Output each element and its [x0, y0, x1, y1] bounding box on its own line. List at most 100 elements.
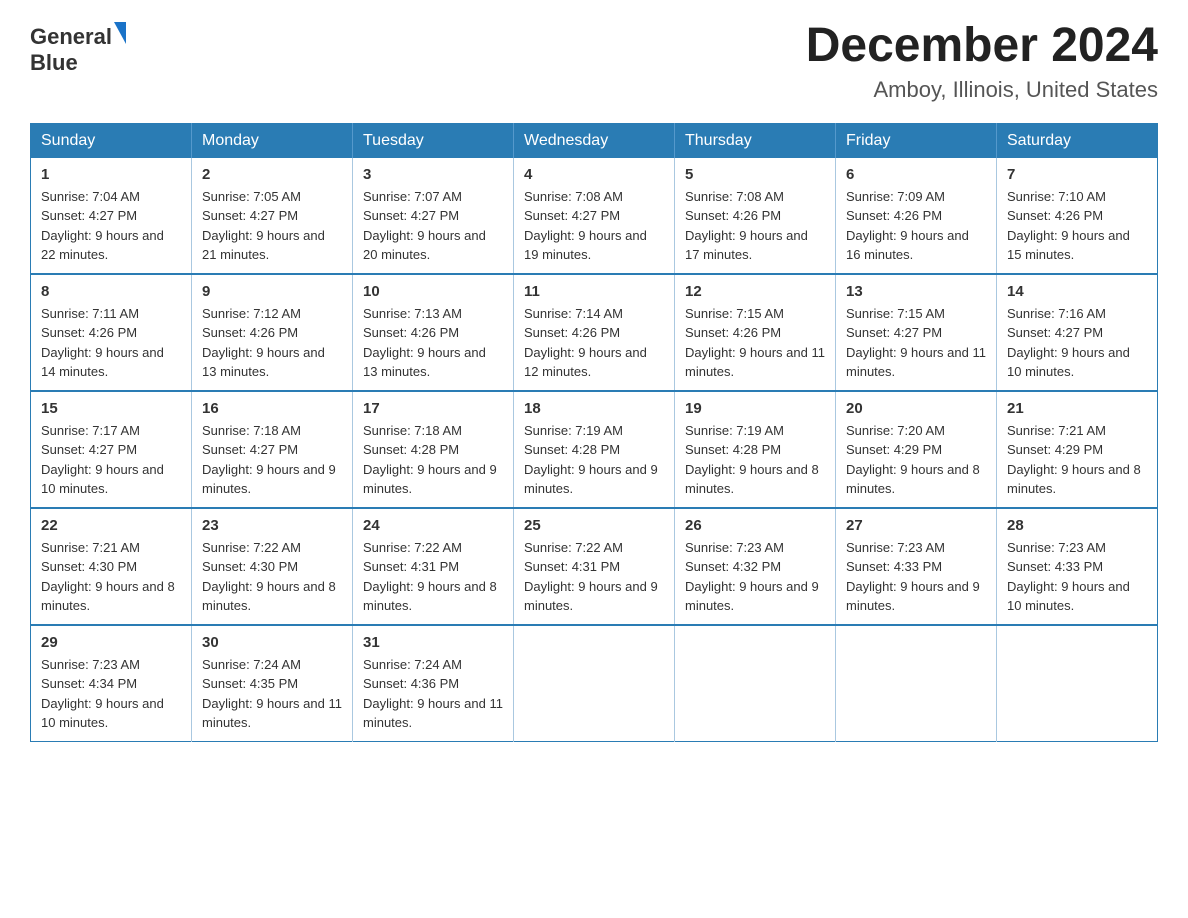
- day-info: Sunrise: 7:16 AMSunset: 4:27 PMDaylight:…: [1007, 304, 1147, 382]
- weekday-header-sunday: Sunday: [31, 123, 192, 158]
- calendar-cell: 28 Sunrise: 7:23 AMSunset: 4:33 PMDaylig…: [997, 508, 1158, 625]
- day-info: Sunrise: 7:07 AMSunset: 4:27 PMDaylight:…: [363, 187, 503, 265]
- day-info: Sunrise: 7:22 AMSunset: 4:31 PMDaylight:…: [363, 538, 503, 616]
- day-number: 26: [685, 517, 825, 534]
- day-number: 28: [1007, 517, 1147, 534]
- calendar-cell: 13 Sunrise: 7:15 AMSunset: 4:27 PMDaylig…: [836, 274, 997, 391]
- weekday-header-saturday: Saturday: [997, 123, 1158, 158]
- day-info: Sunrise: 7:11 AMSunset: 4:26 PMDaylight:…: [41, 304, 181, 382]
- day-info: Sunrise: 7:21 AMSunset: 4:29 PMDaylight:…: [1007, 421, 1147, 499]
- day-number: 8: [41, 283, 181, 300]
- calendar-cell: 27 Sunrise: 7:23 AMSunset: 4:33 PMDaylig…: [836, 508, 997, 625]
- day-number: 22: [41, 517, 181, 534]
- calendar-week-row: 1 Sunrise: 7:04 AMSunset: 4:27 PMDayligh…: [31, 158, 1158, 274]
- day-info: Sunrise: 7:22 AMSunset: 4:31 PMDaylight:…: [524, 538, 664, 616]
- day-number: 5: [685, 166, 825, 183]
- day-number: 25: [524, 517, 664, 534]
- day-info: Sunrise: 7:19 AMSunset: 4:28 PMDaylight:…: [524, 421, 664, 499]
- day-info: Sunrise: 7:17 AMSunset: 4:27 PMDaylight:…: [41, 421, 181, 499]
- day-info: Sunrise: 7:15 AMSunset: 4:26 PMDaylight:…: [685, 304, 825, 382]
- day-info: Sunrise: 7:13 AMSunset: 4:26 PMDaylight:…: [363, 304, 503, 382]
- calendar-cell: 12 Sunrise: 7:15 AMSunset: 4:26 PMDaylig…: [675, 274, 836, 391]
- calendar-cell: [997, 625, 1158, 742]
- calendar-cell: 26 Sunrise: 7:23 AMSunset: 4:32 PMDaylig…: [675, 508, 836, 625]
- day-number: 6: [846, 166, 986, 183]
- day-number: 27: [846, 517, 986, 534]
- calendar-cell: 18 Sunrise: 7:19 AMSunset: 4:28 PMDaylig…: [514, 391, 675, 508]
- day-info: Sunrise: 7:15 AMSunset: 4:27 PMDaylight:…: [846, 304, 986, 382]
- calendar-table: SundayMondayTuesdayWednesdayThursdayFrid…: [30, 123, 1158, 742]
- logo-arrow-icon: [114, 22, 126, 44]
- day-number: 18: [524, 400, 664, 417]
- weekday-header-friday: Friday: [836, 123, 997, 158]
- calendar-cell: 24 Sunrise: 7:22 AMSunset: 4:31 PMDaylig…: [353, 508, 514, 625]
- day-info: Sunrise: 7:08 AMSunset: 4:27 PMDaylight:…: [524, 187, 664, 265]
- day-info: Sunrise: 7:18 AMSunset: 4:28 PMDaylight:…: [363, 421, 503, 499]
- page-header: General Blue December 2024 Amboy, Illino…: [30, 20, 1158, 103]
- calendar-cell: 16 Sunrise: 7:18 AMSunset: 4:27 PMDaylig…: [192, 391, 353, 508]
- calendar-cell: 9 Sunrise: 7:12 AMSunset: 4:26 PMDayligh…: [192, 274, 353, 391]
- title-block: December 2024 Amboy, Illinois, United St…: [806, 20, 1158, 103]
- calendar-cell: 17 Sunrise: 7:18 AMSunset: 4:28 PMDaylig…: [353, 391, 514, 508]
- day-number: 23: [202, 517, 342, 534]
- calendar-cell: 7 Sunrise: 7:10 AMSunset: 4:26 PMDayligh…: [997, 158, 1158, 274]
- day-info: Sunrise: 7:24 AMSunset: 4:35 PMDaylight:…: [202, 655, 342, 733]
- day-number: 19: [685, 400, 825, 417]
- logo-blue: Blue: [30, 50, 78, 75]
- day-number: 2: [202, 166, 342, 183]
- calendar-cell: 3 Sunrise: 7:07 AMSunset: 4:27 PMDayligh…: [353, 158, 514, 274]
- day-number: 9: [202, 283, 342, 300]
- day-number: 1: [41, 166, 181, 183]
- calendar-cell: 31 Sunrise: 7:24 AMSunset: 4:36 PMDaylig…: [353, 625, 514, 742]
- day-number: 3: [363, 166, 503, 183]
- day-info: Sunrise: 7:19 AMSunset: 4:28 PMDaylight:…: [685, 421, 825, 499]
- day-number: 15: [41, 400, 181, 417]
- day-info: Sunrise: 7:09 AMSunset: 4:26 PMDaylight:…: [846, 187, 986, 265]
- calendar-cell: 10 Sunrise: 7:13 AMSunset: 4:26 PMDaylig…: [353, 274, 514, 391]
- calendar-cell: 1 Sunrise: 7:04 AMSunset: 4:27 PMDayligh…: [31, 158, 192, 274]
- day-number: 21: [1007, 400, 1147, 417]
- calendar-cell: 2 Sunrise: 7:05 AMSunset: 4:27 PMDayligh…: [192, 158, 353, 274]
- calendar-cell: 11 Sunrise: 7:14 AMSunset: 4:26 PMDaylig…: [514, 274, 675, 391]
- calendar-cell: 25 Sunrise: 7:22 AMSunset: 4:31 PMDaylig…: [514, 508, 675, 625]
- day-number: 20: [846, 400, 986, 417]
- calendar-cell: 8 Sunrise: 7:11 AMSunset: 4:26 PMDayligh…: [31, 274, 192, 391]
- weekday-header-tuesday: Tuesday: [353, 123, 514, 158]
- logo-general: General: [30, 24, 112, 50]
- calendar-cell: [675, 625, 836, 742]
- day-number: 11: [524, 283, 664, 300]
- logo: General Blue: [30, 20, 126, 77]
- calendar-cell: 5 Sunrise: 7:08 AMSunset: 4:26 PMDayligh…: [675, 158, 836, 274]
- weekday-header-row: SundayMondayTuesdayWednesdayThursdayFrid…: [31, 123, 1158, 158]
- calendar-week-row: 8 Sunrise: 7:11 AMSunset: 4:26 PMDayligh…: [31, 274, 1158, 391]
- calendar-cell: 22 Sunrise: 7:21 AMSunset: 4:30 PMDaylig…: [31, 508, 192, 625]
- calendar-cell: 6 Sunrise: 7:09 AMSunset: 4:26 PMDayligh…: [836, 158, 997, 274]
- day-number: 10: [363, 283, 503, 300]
- day-number: 24: [363, 517, 503, 534]
- location-subtitle: Amboy, Illinois, United States: [806, 77, 1158, 103]
- weekday-header-thursday: Thursday: [675, 123, 836, 158]
- day-number: 16: [202, 400, 342, 417]
- day-number: 31: [363, 634, 503, 651]
- day-number: 4: [524, 166, 664, 183]
- calendar-cell: 21 Sunrise: 7:21 AMSunset: 4:29 PMDaylig…: [997, 391, 1158, 508]
- day-info: Sunrise: 7:22 AMSunset: 4:30 PMDaylight:…: [202, 538, 342, 616]
- calendar-cell: 14 Sunrise: 7:16 AMSunset: 4:27 PMDaylig…: [997, 274, 1158, 391]
- day-number: 17: [363, 400, 503, 417]
- calendar-cell: 20 Sunrise: 7:20 AMSunset: 4:29 PMDaylig…: [836, 391, 997, 508]
- day-number: 30: [202, 634, 342, 651]
- calendar-week-row: 15 Sunrise: 7:17 AMSunset: 4:27 PMDaylig…: [31, 391, 1158, 508]
- calendar-cell: 29 Sunrise: 7:23 AMSunset: 4:34 PMDaylig…: [31, 625, 192, 742]
- day-info: Sunrise: 7:23 AMSunset: 4:34 PMDaylight:…: [41, 655, 181, 733]
- weekday-header-wednesday: Wednesday: [514, 123, 675, 158]
- calendar-cell: [514, 625, 675, 742]
- month-year-title: December 2024: [806, 20, 1158, 73]
- day-info: Sunrise: 7:08 AMSunset: 4:26 PMDaylight:…: [685, 187, 825, 265]
- calendar-cell: 4 Sunrise: 7:08 AMSunset: 4:27 PMDayligh…: [514, 158, 675, 274]
- calendar-cell: [836, 625, 997, 742]
- day-info: Sunrise: 7:14 AMSunset: 4:26 PMDaylight:…: [524, 304, 664, 382]
- day-info: Sunrise: 7:12 AMSunset: 4:26 PMDaylight:…: [202, 304, 342, 382]
- day-info: Sunrise: 7:23 AMSunset: 4:33 PMDaylight:…: [846, 538, 986, 616]
- calendar-cell: 15 Sunrise: 7:17 AMSunset: 4:27 PMDaylig…: [31, 391, 192, 508]
- day-number: 7: [1007, 166, 1147, 183]
